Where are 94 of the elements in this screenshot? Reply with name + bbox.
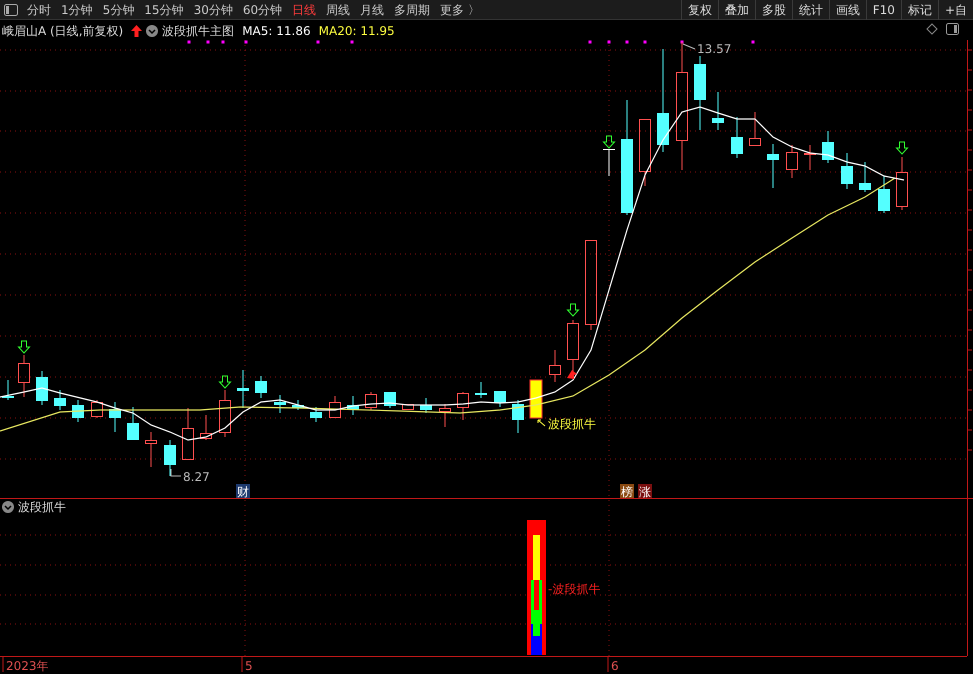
candlestick	[494, 390, 506, 408]
period-tab[interactable]: 更多 〉	[435, 0, 485, 20]
candlestick	[786, 144, 798, 178]
period-tab[interactable]: 多周期	[389, 0, 436, 20]
candlestick	[274, 394, 286, 414]
candlestick	[749, 112, 761, 146]
period-tab[interactable]: 日线	[287, 0, 322, 20]
diamond-icon[interactable]	[926, 23, 938, 35]
candlestick	[567, 320, 579, 372]
candlestick	[36, 370, 48, 406]
signal-label: 波段抓牛	[548, 417, 596, 431]
dropdown-icon[interactable]	[2, 501, 14, 513]
candlestick	[602, 148, 616, 176]
candlestick	[420, 398, 432, 414]
chart-badge: 榜	[620, 484, 634, 499]
toolbar-button[interactable]: 标记	[900, 0, 938, 20]
candlestick	[347, 396, 359, 416]
candlestick	[841, 152, 853, 190]
candlestick	[731, 116, 743, 158]
candlestick	[164, 440, 176, 476]
candlestick	[329, 396, 341, 418]
toolbar-button[interactable]: 多股	[754, 0, 792, 20]
leader-line	[170, 468, 182, 476]
candlestick	[72, 400, 84, 422]
toolbar-button[interactable]: 复权	[680, 0, 718, 20]
low-price-label: 8.27	[183, 470, 210, 484]
indicator-signal-label: -波段抓牛	[548, 582, 600, 596]
candlestick	[237, 370, 249, 408]
candlestick	[402, 404, 414, 410]
down-arrow-icon	[602, 136, 616, 149]
candlestick	[859, 162, 871, 192]
period-tab[interactable]: 60分钟	[238, 0, 288, 20]
candlestick	[91, 400, 103, 418]
axis-label: 2023年	[6, 659, 49, 673]
candlestick	[145, 432, 157, 468]
candlestick	[255, 376, 267, 398]
dropdown-icon[interactable]	[146, 25, 158, 37]
toolbar-button[interactable]: F10	[866, 0, 901, 20]
axis-label: 5	[245, 659, 253, 673]
toolbar-button[interactable]: 画线	[828, 0, 866, 20]
period-tab[interactable]: 分时	[22, 0, 56, 20]
down-arrow-icon	[566, 304, 580, 317]
candlestick	[878, 176, 890, 214]
candlestick	[365, 392, 377, 410]
period-tab[interactable]: 周线	[321, 0, 356, 20]
candlestick	[512, 400, 524, 434]
sidebar-toggle-icon[interactable]	[4, 4, 18, 16]
candlestick	[109, 402, 121, 432]
chart-badge: 财	[236, 484, 250, 499]
candlestick	[896, 156, 908, 210]
candlestick	[127, 406, 139, 440]
period-tab[interactable]: 1分钟	[56, 0, 98, 20]
candlestick	[639, 118, 651, 186]
indicator-panel-title: 波段抓牛	[18, 499, 66, 516]
period-tab[interactable]: 15分钟	[139, 0, 189, 20]
candlestick	[475, 382, 487, 398]
candlestick	[822, 130, 834, 164]
candlestick	[549, 350, 561, 382]
down-arrow-icon	[17, 340, 31, 354]
candlestick	[767, 144, 779, 188]
candlestick	[18, 354, 30, 398]
candlestick	[384, 392, 396, 408]
candlestick	[2, 380, 14, 400]
candlestick	[439, 404, 451, 428]
period-tab[interactable]: 30分钟	[188, 0, 238, 20]
period-tab[interactable]: 月线	[355, 0, 390, 20]
candlestick	[200, 414, 212, 440]
toolbar-button[interactable]: 统计	[792, 0, 829, 20]
indicator-name: 波段抓牛主图	[162, 23, 234, 40]
toolbar-button[interactable]: 叠加	[718, 0, 755, 20]
candlestick	[310, 406, 322, 422]
toolbar-button[interactable]: +自	[938, 0, 973, 20]
stock-title: 峨眉山A (日线,前复权)	[2, 23, 124, 40]
ma20-value: MA20: 11.95	[318, 23, 395, 40]
panel-toggle-icon[interactable]	[946, 23, 959, 35]
high-price-label: 13.57	[697, 42, 732, 56]
signal-bar	[530, 380, 542, 418]
down-arrow-icon	[218, 376, 232, 389]
candlestick	[457, 392, 469, 420]
candlestick	[54, 390, 66, 410]
down-arrow-icon	[895, 142, 909, 155]
candlestick	[292, 400, 304, 410]
period-tab[interactable]: 5分钟	[98, 0, 140, 20]
chart-badge: 涨	[638, 484, 652, 499]
candlestick	[219, 390, 231, 438]
up-arrow-icon	[131, 25, 142, 37]
candlestick	[182, 408, 194, 460]
leader-line	[682, 44, 696, 50]
leader-line	[538, 420, 546, 426]
ma5-value: MA5: 11.86	[242, 23, 311, 40]
up-arrow-icon	[567, 370, 577, 379]
candlestick	[804, 144, 816, 170]
candlestick	[712, 92, 724, 130]
axis-label: 6	[611, 659, 619, 673]
